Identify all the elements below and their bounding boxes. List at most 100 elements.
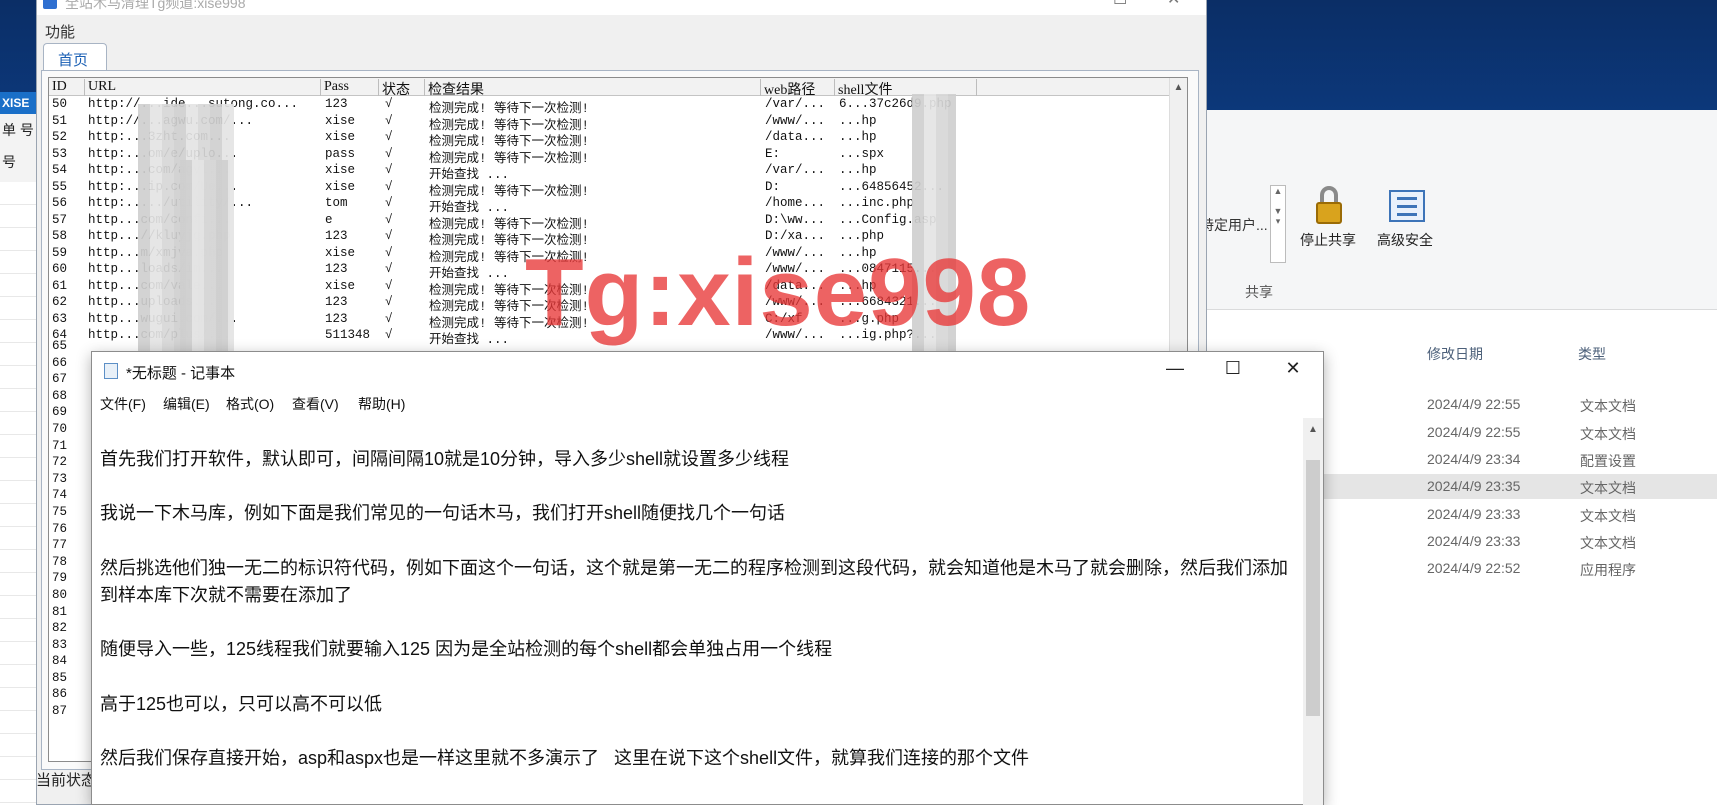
advanced-security-label: 高级安全 [1377,232,1433,248]
menu-view[interactable]: 查看(V) [292,394,339,414]
row-id: 72 [52,455,68,470]
row-status: √ [385,163,393,177]
row-id: 69 [52,405,68,420]
row-id: 63 [52,311,68,326]
row-web-path: D:\ww... [765,212,826,227]
row-status: √ [385,130,393,144]
row-id: 53 [52,146,68,161]
row-web-path: E: [765,146,781,161]
stop-sharing-label: 停止共享 [1300,232,1356,248]
row-web-path: /home... [765,196,826,210]
menu-edit[interactable]: 编辑(E) [163,394,210,414]
scroll-up-icon[interactable]: ▲ [1170,78,1187,93]
notepad-vertical-scrollbar[interactable]: ▲ [1303,418,1323,805]
column-pass[interactable]: Pass [321,79,379,96]
close-icon[interactable]: ✕ [1270,358,1316,379]
row-pass: tom [325,196,348,210]
advanced-security-button[interactable]: 高级安全 [1370,184,1440,250]
file-date: 2024/4/9 23:34 [1427,451,1521,467]
close-icon[interactable]: ✕ [1167,0,1180,9]
row-web-path: /var/... [765,97,826,111]
scroll-up-icon[interactable]: ▲ [1303,418,1323,435]
row-id: 70 [52,421,68,436]
row-id: 51 [52,113,68,128]
menu-function[interactable]: 功能 [45,21,75,42]
row-id: 68 [52,388,68,403]
row-status: √ [385,113,393,128]
row-id: 50 [52,97,68,111]
row-shell-file: ...spx [839,146,885,161]
row-shell-file: ...64856452... [839,179,945,194]
row-id: 56 [52,196,68,210]
left-window-list [0,182,39,805]
row-id: 81 [52,604,68,619]
row-status: √ [385,196,393,210]
row-shell-file: ...hp [839,130,877,144]
row-pass: pass [325,146,356,161]
column-modified-date[interactable]: 修改日期 [1427,344,1483,364]
row-status: √ [385,245,393,260]
notepad-title: *无标题 - 记事本 [126,365,236,382]
row-pass: xise [325,245,356,260]
maximize-icon[interactable]: ☐ [1210,358,1256,379]
specific-user-button[interactable]: 特定用户... [1200,215,1268,235]
text-line: 我说一下木马库，例如下面是我们常见的一句话木马，我们打开shell随便找几个一句… [100,503,786,523]
column-id[interactable]: ID [49,79,85,96]
minimize-icon[interactable]: — [1152,358,1198,379]
column-url[interactable]: URL [85,79,321,96]
row-shell-file: 6...37c26d9.php [839,97,952,111]
row-pass: xise [325,278,356,293]
minimize-icon[interactable]: — [1055,0,1071,7]
row-id: 66 [52,355,68,370]
row-id: 87 [52,704,68,719]
left-window-label: 单 号 [2,122,34,138]
row-id: 62 [52,295,68,309]
tab-strip: 首页 [37,43,1206,71]
row-status: √ [385,212,393,227]
row-id: 61 [52,278,68,293]
column-web-path[interactable]: web路径 [761,79,835,98]
maximize-icon[interactable]: ☐ [1113,0,1127,9]
file-date: 2024/4/9 23:33 [1427,506,1521,522]
row-pass: e [325,212,333,227]
row-status: √ [385,262,393,276]
file-date: 2024/4/9 22:55 [1427,424,1521,440]
row-web-path: D: [765,179,781,194]
left-window-label-2: 号 [2,154,16,170]
menu-format[interactable]: 格式(O) [226,394,274,414]
row-status: √ [385,229,393,243]
file-type: 文本文档 [1580,535,1636,551]
row-id: 59 [52,245,68,260]
row-shell-file: ...hp [839,163,877,177]
column-result[interactable]: 检查结果 [425,79,761,98]
scrollbar-thumb[interactable] [1306,460,1320,716]
file-type: 文本文档 [1580,508,1636,524]
stop-sharing-button[interactable]: 停止共享 [1293,184,1363,250]
ribbon-gallery-scroll[interactable]: ▲ ▼ ▾ [1270,185,1286,263]
column-status[interactable]: 状态 [379,79,425,98]
left-background-window: XISE 单 号 号 [0,92,40,805]
lock-icon [1308,184,1348,226]
row-id: 84 [52,654,68,669]
share-group-label: 共享 [1245,284,1273,300]
row-pass: 123 [325,311,348,326]
file-date: 2024/4/9 23:33 [1427,533,1521,549]
tab-home[interactable]: 首页 [43,43,107,71]
row-id: 71 [52,438,68,453]
notepad-icon [104,363,118,379]
row-shell-file: ...Config.asp [839,212,937,227]
file-type: 配置设置 [1580,453,1636,469]
menu-file[interactable]: 文件(F) [100,394,146,414]
row-status: √ [385,311,393,326]
row-id: 67 [52,372,68,387]
row-id: 55 [52,179,68,194]
row-pass: 123 [325,97,348,111]
notepad-text-area[interactable]: 首先我们打开软件，默认即可，间隔间隔10就是10分钟，导入多少shell就设置多… [92,418,1304,805]
menu-help[interactable]: 帮助(H) [358,394,405,414]
row-id: 79 [52,571,68,586]
status-label: 当前状态 [36,772,97,789]
column-type[interactable]: 类型 [1578,344,1606,364]
text-line: 然后挑选他们独一无二的标识符代码，例如下面这个一句话，这个就是第一无二的程序检测… [100,557,1288,605]
